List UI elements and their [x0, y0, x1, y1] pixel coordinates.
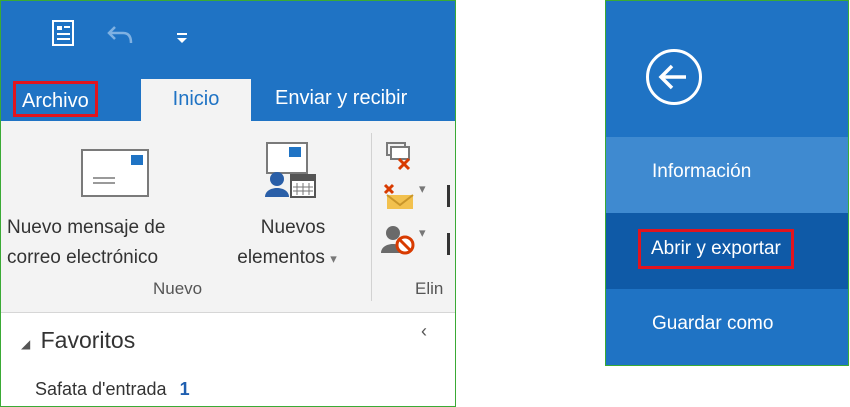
ignore-icon[interactable]: [383, 139, 413, 171]
outlook-app-icon[interactable]: [51, 19, 75, 47]
new-email-label-1: Nuevo mensaje de: [7, 217, 166, 238]
qat-dropdown-icon[interactable]: [175, 31, 189, 45]
menu-item-informacion[interactable]: Información: [606, 137, 848, 213]
tab-inicio[interactable]: Inicio: [141, 79, 251, 121]
menu-item-abrir-y-exportar-label: Abrir y exportar: [638, 229, 794, 269]
folder-item-inbox[interactable]: Safata d'entrada 1: [35, 379, 190, 400]
new-email-label-2: correo electrónico: [7, 247, 159, 268]
ribbon-tabs: Archivo Inicio Enviar y recibir: [1, 71, 455, 121]
new-items-dropdown-icon: ▾: [330, 251, 337, 266]
inbox-label: Safata d'entrada: [35, 379, 167, 399]
envelope-icon: [81, 149, 149, 197]
group-label-nuevo: Nuevo: [153, 279, 203, 298]
group-separator: [371, 133, 372, 301]
new-items-icon: [265, 142, 316, 198]
favorites-header[interactable]: ◢ Favoritos: [21, 327, 135, 354]
new-email-button[interactable]: Nuevo mensaje de correo electrónico: [7, 131, 225, 277]
back-button[interactable]: [646, 49, 702, 105]
folder-pane: ◢ Favoritos ‹ Safata d'entrada 1: [1, 313, 455, 406]
back-arrow-icon: [658, 64, 686, 90]
clean-up-button[interactable]: ▾: [381, 179, 431, 213]
clean-up-icon: [383, 183, 414, 209]
collapse-pane-icon[interactable]: ‹: [421, 321, 427, 342]
group-label-eliminar: Elin: [415, 279, 444, 298]
ribbon-edge-mark: [447, 185, 450, 207]
favorites-label: Favoritos: [40, 327, 136, 353]
new-items-label-2-text: elementos: [237, 247, 325, 268]
junk-dropdown-icon: ▾: [419, 225, 426, 240]
outlook-ribbon-panel: Archivo Inicio Enviar y recibir Nuevo me…: [0, 0, 456, 407]
menu-item-abrir-y-exportar[interactable]: Abrir y exportar: [606, 213, 848, 289]
backstage-panel: Información Abrir y exportar Guardar com…: [605, 0, 849, 366]
ribbon-edge-mark: [447, 233, 450, 255]
new-items-label-2: elementos ▾: [217, 243, 357, 274]
undo-icon[interactable]: [107, 23, 135, 45]
clean-up-dropdown-icon: ▾: [419, 181, 426, 196]
junk-button[interactable]: ▾: [381, 223, 431, 257]
unread-count-badge: 1: [179, 379, 190, 399]
ribbon-home: Nuevo mensaje de correo electrónico Nuev…: [1, 121, 455, 313]
menu-item-guardar-como-label: Guardar como: [652, 313, 774, 334]
expand-triangle-icon: ◢: [21, 337, 31, 351]
tab-archivo[interactable]: Archivo: [13, 81, 98, 117]
menu-item-guardar-como[interactable]: Guardar como: [606, 289, 848, 365]
new-items-button[interactable]: Nuevos elementos ▾: [225, 131, 355, 277]
junk-icon: [381, 226, 415, 255]
tab-enviar-y-recibir[interactable]: Enviar y recibir: [267, 81, 415, 117]
menu-item-informacion-label: Información: [652, 161, 752, 182]
new-items-label-1: Nuevos: [260, 217, 326, 238]
quick-access-toolbar: [1, 1, 455, 71]
